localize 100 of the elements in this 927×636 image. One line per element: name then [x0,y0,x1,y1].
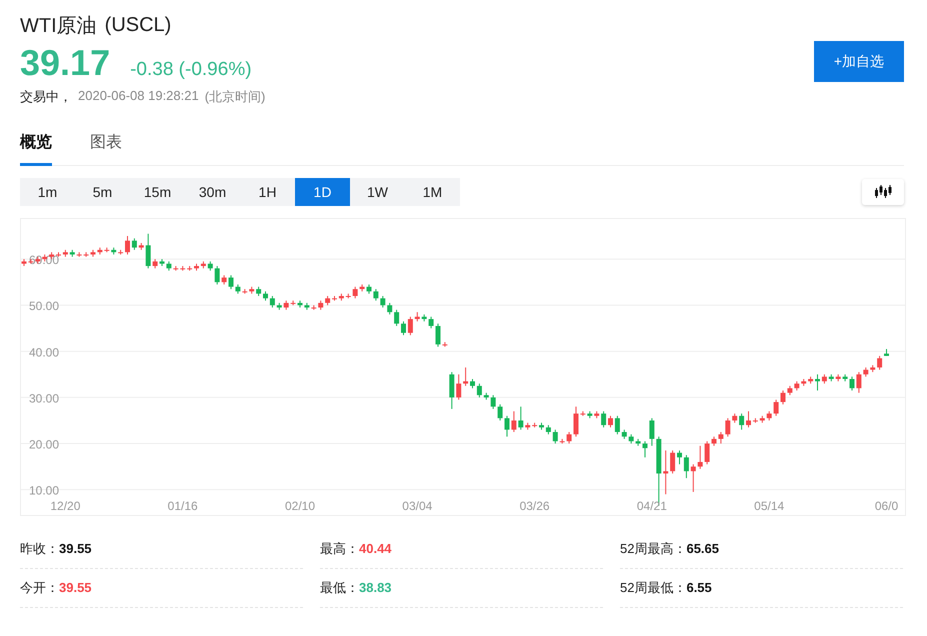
candlestick [718,432,724,444]
candlestick [518,406,524,430]
candlestick [663,450,668,495]
candlestick [677,450,682,465]
candlestick [546,424,551,435]
period-tab[interactable]: 15m [130,178,185,206]
candlestick [449,372,454,410]
candlestick [373,288,378,302]
candlestick [125,236,130,255]
candlestick [456,374,462,400]
axis-label: 03/26 [520,499,550,513]
instrument-code: (USCL) [104,14,172,36]
period-tab[interactable]: 5m [75,178,130,206]
candlestick [504,415,510,438]
candlestick [608,415,613,428]
candlestick [822,374,827,384]
candlestick [511,410,516,433]
axis-label: 02/10 [284,499,316,513]
candlestick [850,376,854,392]
stat-value: 38.83 [359,580,392,595]
axis-label: 05/14 [754,499,784,513]
candlestick [228,274,234,290]
candlestick [642,440,648,458]
chart-type-button[interactable] [862,179,904,205]
candlestick [428,316,434,329]
axis-label: 03/04 [402,499,432,513]
candlestick [794,380,800,392]
stat-value: 40.44 [359,541,392,556]
candlestick [787,385,792,396]
candlestick [318,300,324,310]
axis-label: 30.00 [29,391,60,406]
period-tab[interactable]: 1W [350,178,405,206]
candlestick [877,355,882,370]
candlestick [387,302,392,315]
candlestick-icon [874,185,892,199]
candlestick [235,284,240,294]
candlestick [208,260,213,272]
period-tab[interactable]: 1H [240,178,295,206]
period-tab[interactable]: 1m [20,178,75,206]
candlestick [470,378,475,389]
candlestick [380,295,386,308]
period-tab[interactable]: 1D [295,178,350,206]
candlestick [414,312,420,322]
candlestick [670,450,676,474]
instrument-name: WTI原油 [20,14,97,38]
candlestick [780,390,786,405]
candlestick [214,266,220,285]
axis-label: 04/21 [636,499,667,513]
stat-label: 52周最高： [620,541,686,556]
trading-status: 交易中， [20,88,72,106]
candlestick [601,410,606,428]
candlestick [856,372,862,394]
axis-label: 40.00 [29,345,60,360]
candlestick [622,429,627,440]
timezone: (北京时间) [204,88,266,106]
add-watchlist-button[interactable]: +加自选 [814,41,904,82]
candlestick [552,429,558,444]
candlestick [436,323,440,348]
candlestick [628,434,634,444]
candlestick [401,320,406,336]
period-tab[interactable]: 30m [185,178,240,206]
candlestick [256,286,262,296]
stat-value: 39.55 [59,541,92,556]
tab[interactable]: 概览 [20,128,52,166]
candlestick [366,284,372,294]
candlestick [766,410,772,421]
stat-label: 今开： [20,580,59,595]
candlestick [684,454,689,479]
candlestick [394,309,400,326]
stat-value: 6.55 [686,580,712,595]
stat-label: 昨收： [20,541,59,556]
stat-label: 最高： [320,541,359,556]
candlestick [325,295,330,306]
stat-value: 65.65 [686,541,720,556]
candlestick [690,464,696,492]
candlestick [815,374,820,392]
candlestick [146,233,151,269]
candlestick [408,316,413,336]
candlestick [863,366,868,378]
axis-label: 10.00 [29,484,60,498]
timestamp: 2020-06-08 19:28:21 [78,88,199,105]
candlestick [649,418,654,446]
tab[interactable]: 图表 [90,128,122,166]
candlestick [263,290,268,302]
candlestick [704,440,710,465]
candlestick [774,399,779,416]
axis-label: 20.00 [29,438,60,452]
axis-label: 50.00 [29,299,60,314]
candlestick [732,413,738,424]
candlestick [712,436,716,446]
stat-label: 52周最低： [620,580,686,595]
candlestick [476,383,482,398]
candlestick [152,258,158,269]
candlestick [166,260,172,272]
candlestick [352,286,358,299]
candlestick [490,394,496,410]
price: 39.17 [20,42,110,84]
period-tab[interactable]: 1M [405,178,460,206]
axis-label: 01/16 [168,499,198,513]
candlestick [132,238,137,250]
